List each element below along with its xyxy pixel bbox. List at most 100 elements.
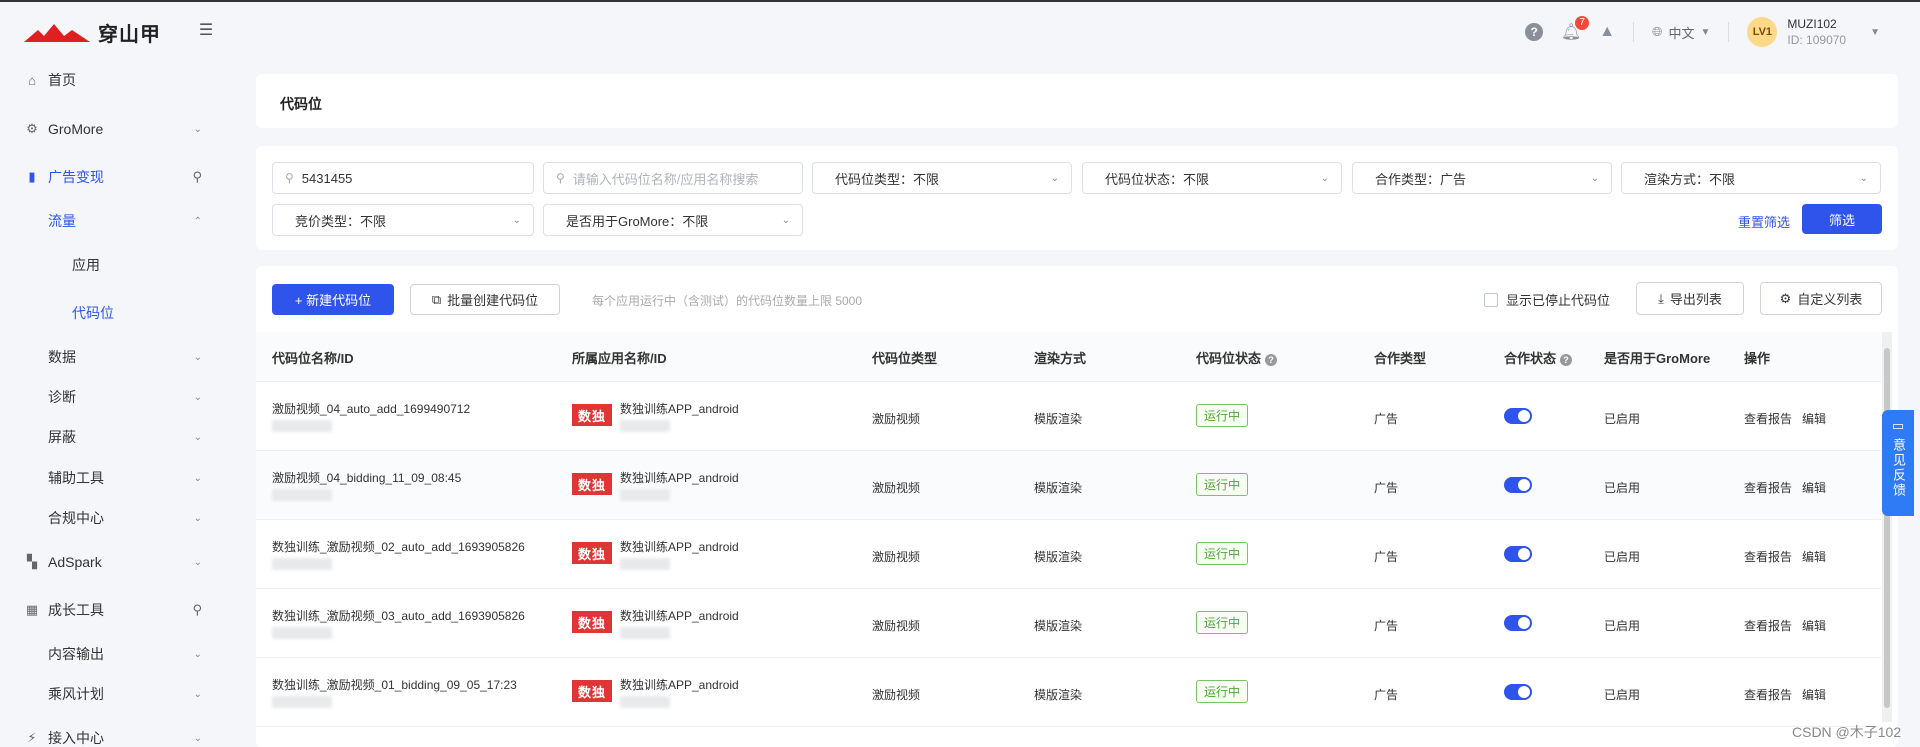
app-name: 数独训练APP_android [620,609,739,623]
gear-icon: ⚙ [1779,290,1792,306]
col-header-type: 代码位类型 [872,351,938,366]
reset-filter-link[interactable]: 重置筛选 [1738,212,1790,231]
coop-type: 广告 [1374,550,1399,564]
coop-type: 广告 [1374,412,1399,426]
edit-link[interactable]: 编辑 [1802,479,1826,496]
slot-id-redacted [272,489,332,501]
sidebar-item-access-center[interactable]: ⚡︎ 接入中心 ⌄ [0,718,226,747]
home-icon: ⌂ [28,72,36,88]
logo[interactable]: 穿山甲 [24,18,161,47]
app-badge: 数独 [572,404,612,426]
coop-status-toggle[interactable] [1504,615,1532,631]
gromore-status: 已启用 [1604,481,1641,495]
app-id-redacted [620,489,670,501]
notification-badge: 7 [1575,16,1590,30]
sidebar-item-ride-wind[interactable]: 乘风计划 ⌄ [0,674,226,714]
app-badge: 数独 [572,611,612,633]
show-stopped-checkbox[interactable] [1484,292,1498,307]
coop-status-toggle[interactable] [1504,477,1532,493]
coop-type-select[interactable]: 合作类型：广告 ⌄ [1352,162,1612,194]
col-header-gromore: 是否用于GroMore [1604,351,1711,366]
user-menu[interactable]: LV1 MUZI102 ID: 109070 ▼ [1747,16,1880,48]
edit-link[interactable]: 编辑 [1802,617,1826,634]
sidebar-item-ad-monetization[interactable]: ▮ 广告变现 ⚲ [0,157,226,197]
app-id-redacted [620,558,670,570]
grid-icon: ▦ [25,602,39,617]
avatar: LV1 [1747,17,1778,47]
sidebar-item-block[interactable]: 屏蔽 ⌄ [0,417,226,457]
view-report-link[interactable]: 查看报告 [1744,548,1792,565]
table-row: 数独训练_激励视频_01_bidding_09_05_17:23 数独 数独训练… [256,658,1881,727]
sidebar-item-adspark[interactable]: ▚ AdSpark ⌄ [0,542,226,582]
status-badge: 运行中 [1196,680,1249,703]
slot-type: 激励视频 [872,412,921,426]
col-header-app: 所属应用名称/ID [572,351,667,366]
sidebar-item-diagnosis[interactable]: 诊断 ⌄ [0,377,226,417]
sidebar-item-ad-slots[interactable]: 代码位 [0,293,226,333]
view-report-link[interactable]: 查看报告 [1744,617,1792,634]
triangle-logo-icon[interactable]: ▲ [1599,23,1615,41]
col-header-render: 渲染方式 [1034,351,1087,366]
customize-columns-button[interactable]: ⚙ 自定义列表 [1760,282,1882,315]
language-label: 中文 [1668,25,1695,41]
render-select[interactable]: 渲染方式：不限 ⌄ [1621,162,1881,194]
help-icon[interactable]: ? [1265,353,1278,366]
sidebar-item-data[interactable]: 数据 ⌄ [0,337,226,377]
gromore-select[interactable]: 是否用于GroMore：不限 ⌄ [543,204,803,236]
help-icon[interactable]: ? [1560,353,1573,366]
divider [1728,22,1730,42]
slot-type: 激励视频 [872,481,921,495]
search-id-input[interactable]: ⚲ 5431455 [272,162,534,194]
gromore-status: 已启用 [1604,619,1641,633]
table-row: 激励视频_04_bidding_11_09_08:45 数独 数独训练APP_a… [256,451,1881,520]
show-stopped-toggle[interactable]: 显示已停止代码位 [1484,290,1610,309]
page-title: 代码位 [280,96,322,112]
bell-icon[interactable]: 🔔︎ 7 [1561,16,1590,42]
scrollbar-thumb[interactable] [1884,348,1890,708]
gromore-status: 已启用 [1604,688,1641,702]
sidebar-item-compliance[interactable]: 合规中心 ⌄ [0,498,226,538]
chevron-up-icon: ⌃ [193,215,202,227]
collapse-menu-icon[interactable]: ☰ [196,20,216,40]
sidebar-item-content-output[interactable]: 内容输出 ⌄ [0,634,226,674]
pin-icon[interactable]: ⚲ [192,169,202,185]
language-selector[interactable]: 🌐︎ 中文 ▼ [1652,23,1710,42]
render-mode: 模版渲染 [1034,481,1083,495]
batch-create-button[interactable]: ⧉ 批量创建代码位 [410,284,560,315]
sidebar-item-apps[interactable]: 应用 [0,245,226,285]
edit-link[interactable]: 编辑 [1802,548,1826,565]
feedback-button[interactable]: ▭ 意见反馈 [1882,410,1914,516]
slot-type-select[interactable]: 代码位类型：不限 ⌄ [812,162,1072,194]
chevron-down-icon: ⌄ [193,732,202,744]
coop-status-toggle[interactable] [1504,408,1532,424]
app-name: 数独训练APP_android [620,678,739,692]
slot-status-select[interactable]: 代码位状态：不限 ⌄ [1082,162,1342,194]
export-button[interactable]: ⤓ 导出列表 [1636,282,1744,315]
search-name-input[interactable]: ⚲ 请输入代码位名称/应用名称搜索 [543,162,803,194]
divider [1633,22,1635,42]
pin-icon[interactable]: ⚲ [192,602,202,618]
sidebar-item-tools[interactable]: 辅助工具 ⌄ [0,458,226,498]
edit-link[interactable]: 编辑 [1802,410,1826,427]
sidebar-item-home[interactable]: ⌂ 首页 [0,60,226,100]
view-report-link[interactable]: 查看报告 [1744,410,1792,427]
edit-link[interactable]: 编辑 [1802,686,1826,703]
user-name: MUZI102 [1787,17,1837,31]
user-id: ID: 109070 [1787,33,1847,47]
coop-status-toggle[interactable] [1504,684,1532,700]
sidebar-item-gromore[interactable]: ⚙ GroMore ⌄ [0,109,226,149]
help-icon[interactable]: ? [1525,23,1544,41]
chevron-down-icon: ⌄ [193,512,202,524]
sidebar-item-growth-tools[interactable]: ▦ 成长工具 ⚲ [0,590,226,630]
app-id-redacted [620,420,670,432]
coop-status-toggle[interactable] [1504,546,1532,562]
bid-type-select[interactable]: 竞价类型：不限 ⌄ [272,204,534,236]
filter-button[interactable]: 筛选 [1802,204,1882,234]
view-report-link[interactable]: 查看报告 [1744,479,1792,496]
chevron-down-icon: ⌄ [781,214,790,226]
col-header-name: 代码位名称/ID [272,351,354,366]
sidebar-item-traffic[interactable]: 流量 ⌃ [0,201,226,241]
app-badge: 数独 [572,680,612,702]
new-slot-button[interactable]: + 新建代码位 [272,284,394,315]
view-report-link[interactable]: 查看报告 [1744,686,1792,703]
